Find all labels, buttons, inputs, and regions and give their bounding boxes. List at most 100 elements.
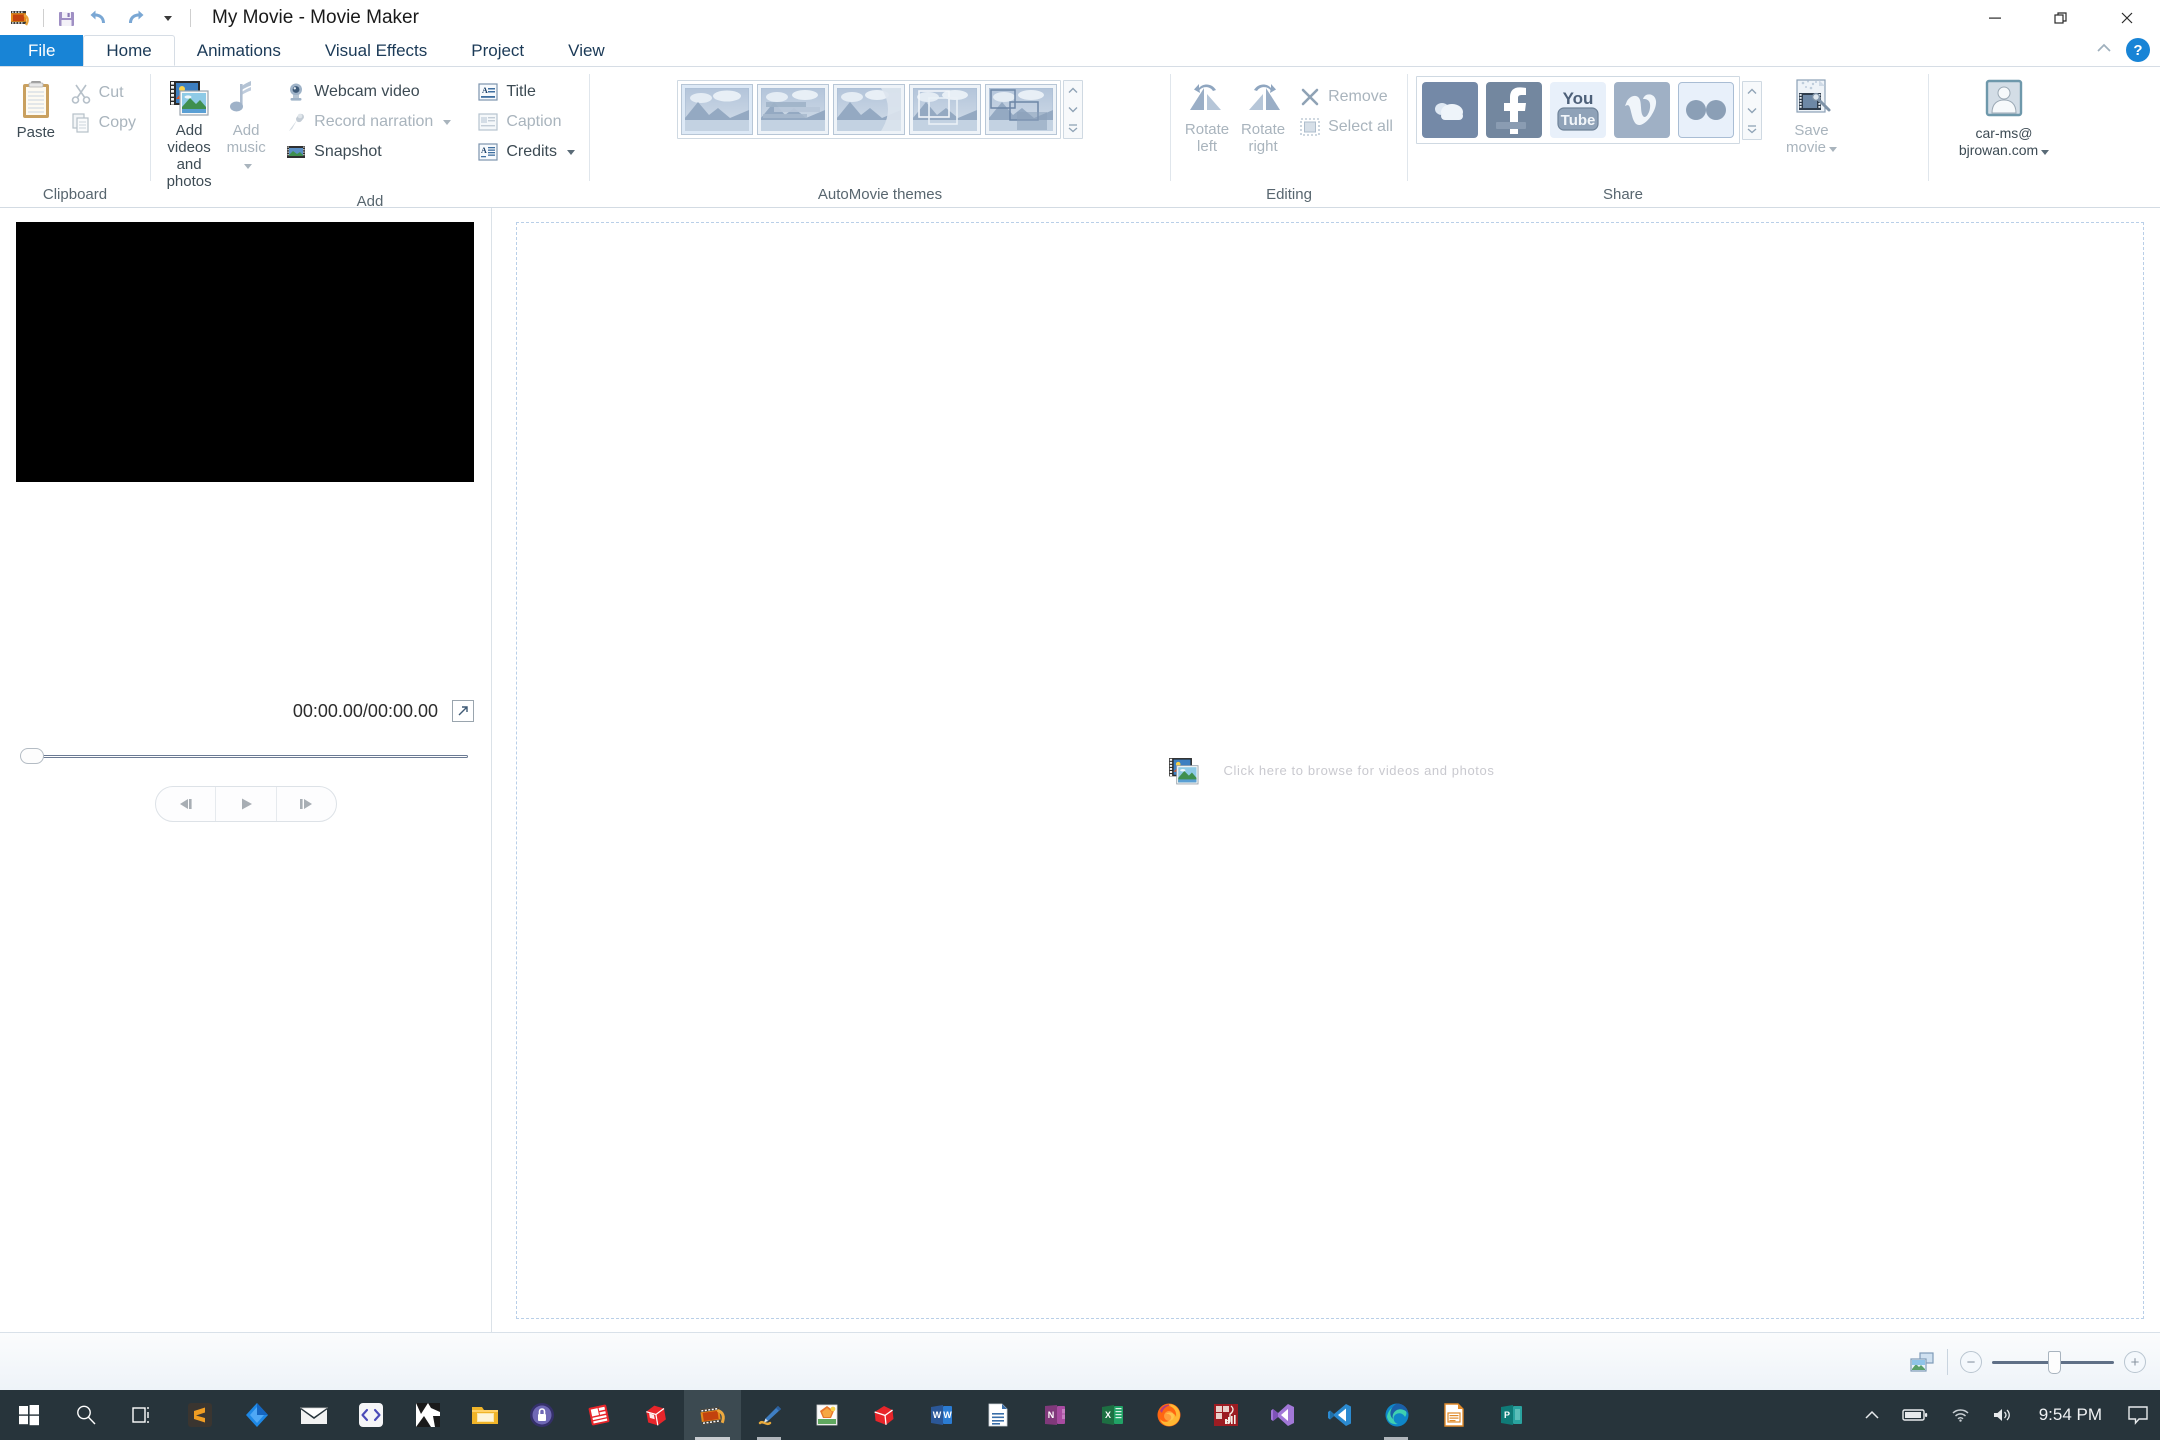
seek-thumb[interactable] xyxy=(20,748,44,764)
customize-qat-icon[interactable] xyxy=(151,2,185,34)
select-all-button[interactable]: Select all xyxy=(1293,112,1399,142)
record-narration-caret-icon[interactable] xyxy=(443,119,452,125)
theme-no-theme[interactable] xyxy=(681,84,753,135)
play-button[interactable] xyxy=(215,787,275,821)
taskbar-paint[interactable] xyxy=(741,1390,798,1440)
minimize-ribbon-button[interactable] xyxy=(2094,41,2114,60)
onedrive-share-button[interactable] xyxy=(1420,80,1480,140)
caption-button[interactable]: Caption xyxy=(471,107,581,137)
rotate-right-button[interactable]: Rotate right xyxy=(1235,77,1291,158)
restore-button[interactable] xyxy=(2028,0,2094,36)
seek-slider[interactable] xyxy=(16,746,474,766)
taskbar-movie-maker[interactable] xyxy=(684,1390,741,1440)
gallery-scroll-down-button[interactable] xyxy=(1064,100,1082,119)
vimeo-share-button[interactable] xyxy=(1612,80,1672,140)
clock[interactable]: 9:54 PM xyxy=(2025,1405,2116,1425)
rotate-left-button[interactable]: Rotate left xyxy=(1179,77,1235,158)
zoom-slider-thumb[interactable] xyxy=(2048,1350,2061,1374)
taskbar-publisher-teal[interactable]: P xyxy=(1482,1390,1539,1440)
add-videos-and-photos-button[interactable]: Add videos and photos xyxy=(159,74,219,193)
show-hidden-icons-button[interactable] xyxy=(1853,1390,1891,1440)
undo-icon[interactable] xyxy=(83,2,117,34)
save-icon[interactable] xyxy=(49,2,83,34)
save-movie-button[interactable]: Save movie xyxy=(1778,74,1845,159)
record-narration-button[interactable]: Record narration xyxy=(279,107,457,137)
zoom-in-button[interactable]: + xyxy=(2124,1351,2146,1373)
storyboard-drop-hint[interactable]: Click here to browse for videos and phot… xyxy=(1166,755,1495,787)
taskbar-mail[interactable] xyxy=(285,1390,342,1440)
help-button[interactable]: ? xyxy=(2126,38,2150,62)
paste-button[interactable]: Paste xyxy=(8,76,64,144)
facebook-share-button[interactable] xyxy=(1484,80,1544,140)
taskbar-vscode[interactable] xyxy=(1311,1390,1368,1440)
minimize-button[interactable] xyxy=(1962,0,2028,36)
add-music-caret-icon[interactable] xyxy=(243,164,252,169)
seek-track[interactable] xyxy=(38,755,468,758)
theme-default[interactable] xyxy=(757,84,829,135)
share-scroll-down-button[interactable] xyxy=(1743,101,1761,120)
next-frame-button[interactable] xyxy=(275,787,336,821)
zoom-slider-track[interactable] xyxy=(1992,1350,2114,1374)
theme-fade[interactable] xyxy=(985,84,1057,135)
account-button[interactable]: car-ms@ bjrowan.com xyxy=(1951,75,2057,162)
battery-icon[interactable] xyxy=(1891,1390,1939,1440)
tab-view[interactable]: View xyxy=(546,35,627,66)
taskbar-publisher[interactable] xyxy=(570,1390,627,1440)
tab-home[interactable]: Home xyxy=(83,35,175,66)
redo-icon[interactable] xyxy=(117,2,151,34)
theme-contemporary[interactable] xyxy=(833,84,905,135)
tab-project[interactable]: Project xyxy=(449,35,546,66)
webcam-video-button[interactable]: Webcam video xyxy=(279,77,457,107)
taskbar-file-explorer[interactable] xyxy=(456,1390,513,1440)
search-button[interactable] xyxy=(57,1390,114,1440)
taskbar-3dbox-app[interactable] xyxy=(627,1390,684,1440)
taskbar-wordpad[interactable] xyxy=(969,1390,1026,1440)
tab-file[interactable]: File xyxy=(0,35,84,66)
taskbar-onenote[interactable]: N xyxy=(1026,1390,1083,1440)
title-button[interactable]: A Title xyxy=(471,77,581,107)
remove-button[interactable]: Remove xyxy=(1293,82,1399,112)
copy-button[interactable]: Copy xyxy=(64,108,142,138)
gallery-scroll-up-button[interactable] xyxy=(1064,81,1082,100)
volume-icon[interactable] xyxy=(1981,1390,2025,1440)
close-button[interactable] xyxy=(2094,0,2160,36)
add-music-button[interactable]: Add music xyxy=(219,74,273,176)
taskbar-sketchup[interactable] xyxy=(855,1390,912,1440)
movie-maker-icon[interactable] xyxy=(4,2,38,34)
taskbar-photo-gallery[interactable] xyxy=(798,1390,855,1440)
taskbar-keepass[interactable] xyxy=(513,1390,570,1440)
start-button[interactable] xyxy=(0,1390,57,1440)
taskbar-excel[interactable]: X xyxy=(1083,1390,1140,1440)
credits-button[interactable]: A Credits xyxy=(471,137,581,167)
taskbar-jetbrains[interactable] xyxy=(228,1390,285,1440)
tab-visual-effects[interactable]: Visual Effects xyxy=(303,35,449,66)
share-scroll-up-button[interactable] xyxy=(1743,82,1761,101)
action-center-button[interactable] xyxy=(2116,1390,2160,1440)
zoom-out-button[interactable]: − xyxy=(1960,1351,1982,1373)
taskbar-musescore[interactable] xyxy=(1197,1390,1254,1440)
taskbar-sublime-text[interactable] xyxy=(171,1390,228,1440)
account-caret-icon[interactable] xyxy=(2041,150,2050,155)
tab-animations[interactable]: Animations xyxy=(175,35,303,66)
theme-cinematic[interactable] xyxy=(909,84,981,135)
video-preview-surface[interactable] xyxy=(16,222,474,482)
save-movie-caret-icon[interactable] xyxy=(1829,147,1838,152)
taskbar-visual-studio[interactable] xyxy=(1254,1390,1311,1440)
gallery-more-button[interactable] xyxy=(1064,119,1082,138)
taskbar-edge[interactable] xyxy=(1368,1390,1425,1440)
taskbar-firefox[interactable] xyxy=(1140,1390,1197,1440)
storyboard-timeline[interactable]: Click here to browse for videos and phot… xyxy=(516,222,2144,1319)
credits-caret-icon[interactable] xyxy=(567,149,575,155)
fullscreen-button[interactable] xyxy=(452,700,474,722)
task-view-button[interactable] xyxy=(114,1390,171,1440)
taskbar-libreoffice-impress[interactable] xyxy=(1425,1390,1482,1440)
share-more-button[interactable] xyxy=(1743,120,1761,139)
wifi-icon[interactable] xyxy=(1939,1390,1981,1440)
taskbar-word[interactable]: W W xyxy=(912,1390,969,1440)
flickr-share-button[interactable] xyxy=(1676,80,1736,140)
youtube-share-button[interactable]: You Tube xyxy=(1548,80,1608,140)
taskbar-blackwhite-app[interactable] xyxy=(399,1390,456,1440)
cut-button[interactable]: Cut xyxy=(64,78,142,108)
previous-frame-button[interactable] xyxy=(156,787,215,821)
thumbnail-view-button[interactable] xyxy=(1909,1351,1935,1373)
